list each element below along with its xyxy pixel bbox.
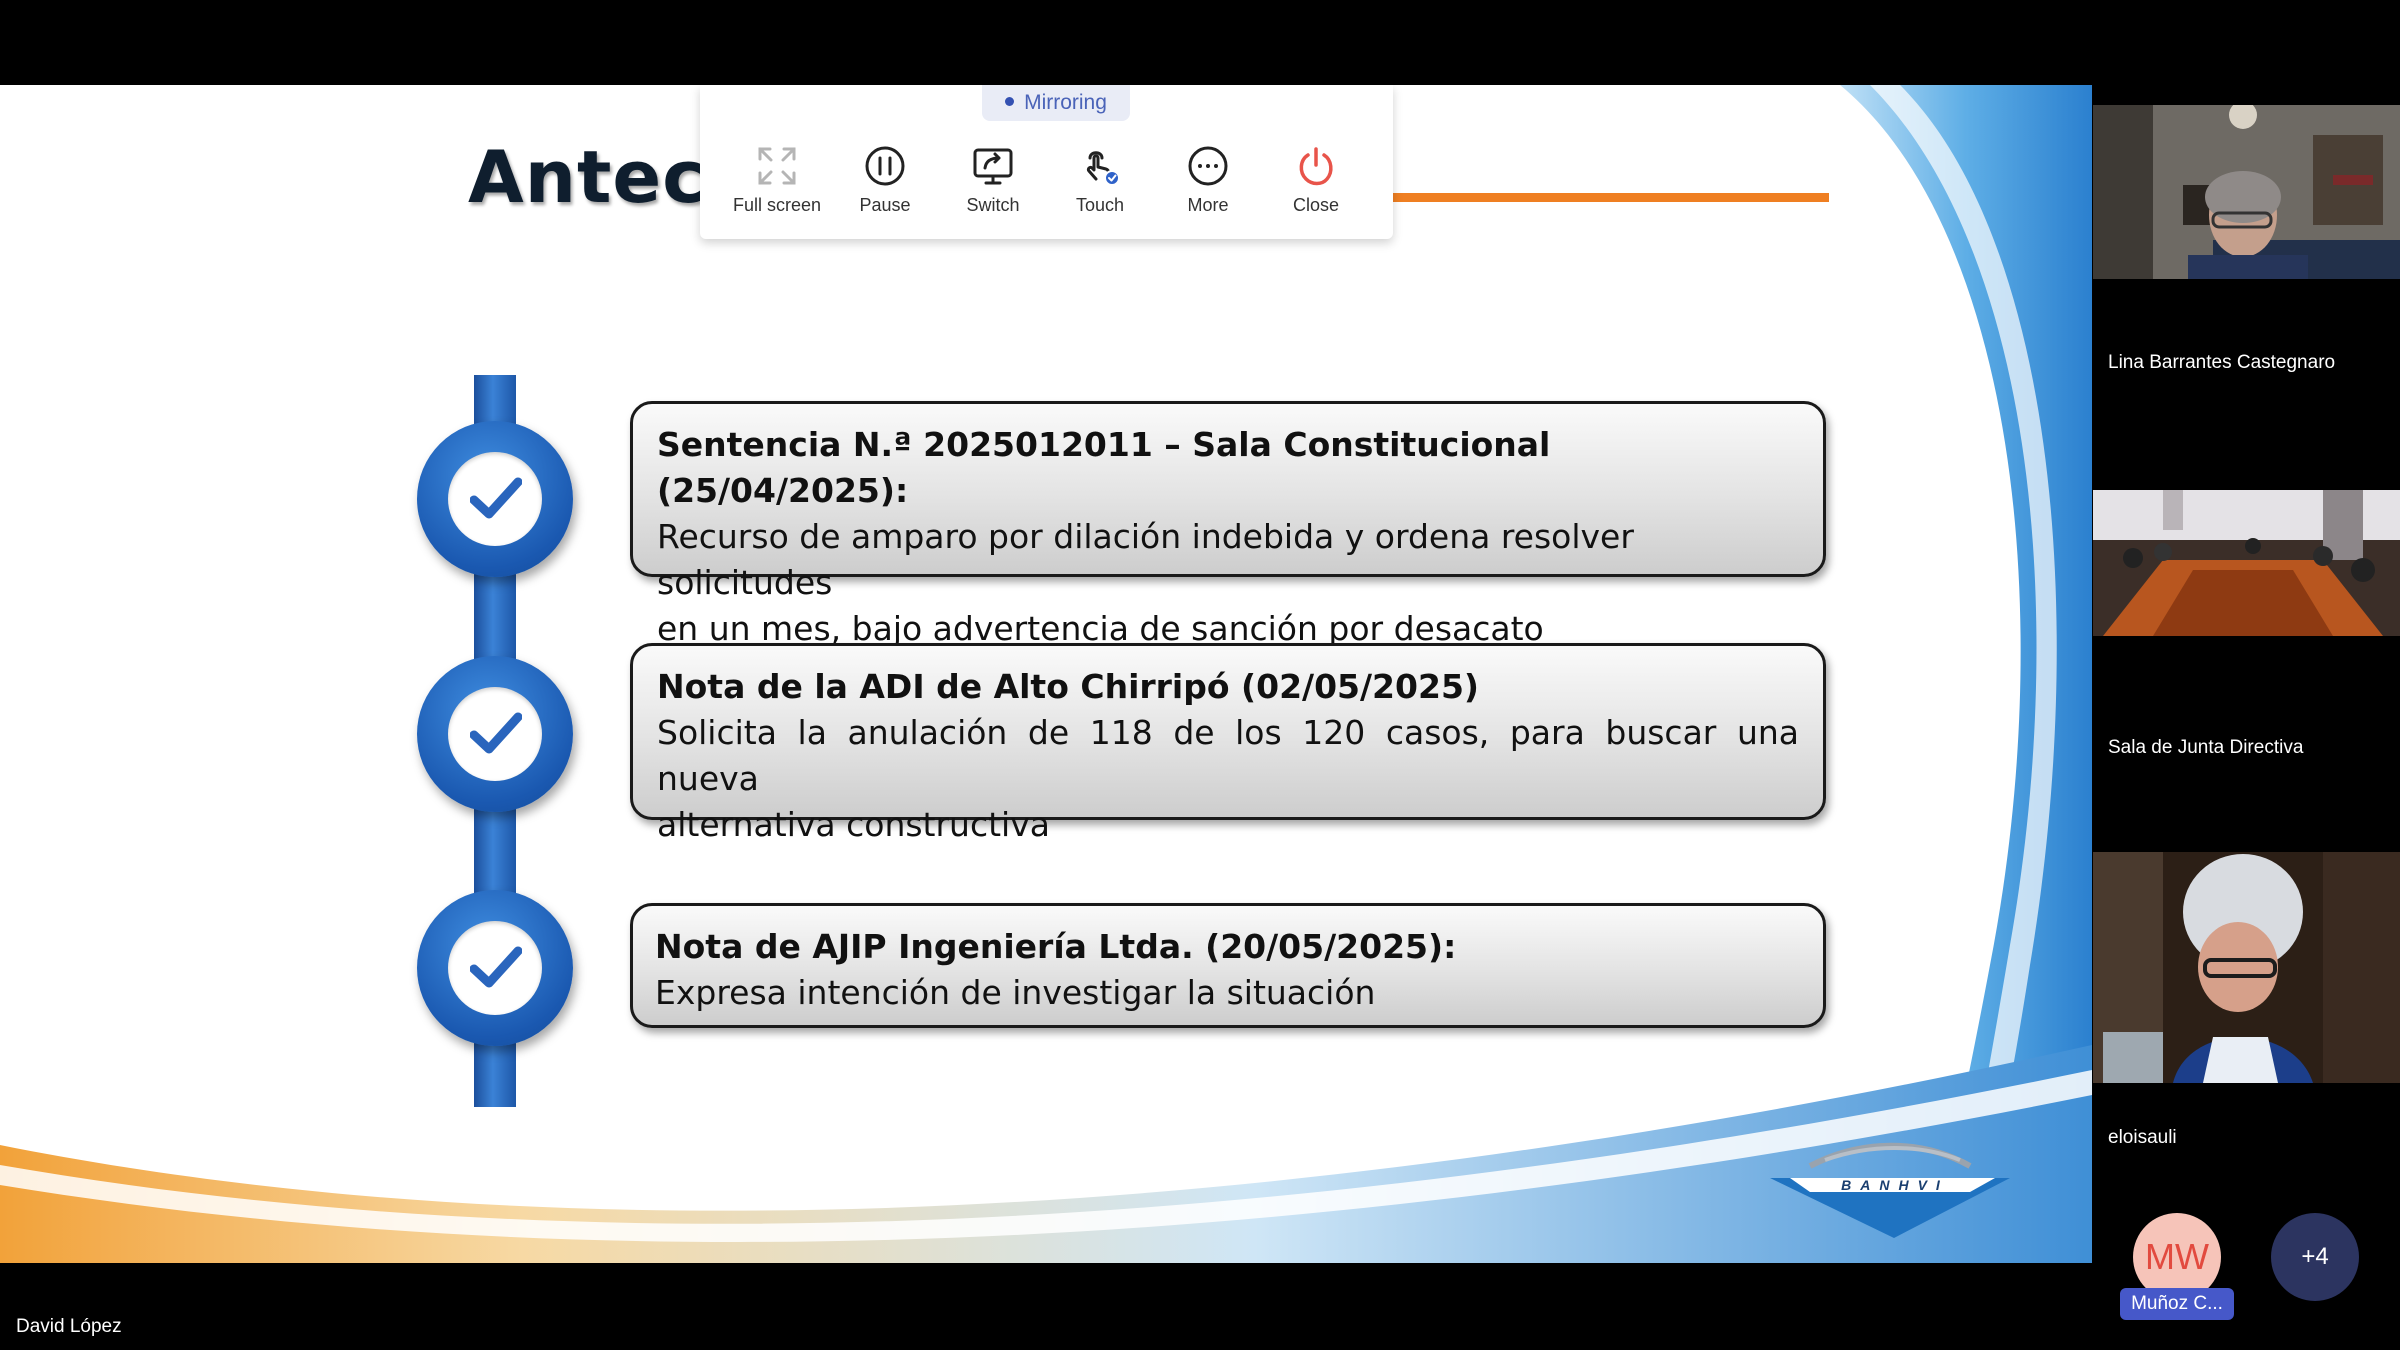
banhvi-logo: BANHVI — [1770, 1142, 2010, 1238]
close-button[interactable]: Close — [1262, 145, 1370, 225]
switch-button[interactable]: Switch — [939, 145, 1047, 225]
checkmark-icon — [470, 477, 522, 519]
more-button[interactable]: More — [1154, 145, 1262, 225]
participant-name: Sala de Junta Directiva — [2108, 737, 2304, 758]
participant-name: eloisauli — [2108, 1127, 2177, 1148]
checkmark-node-1 — [417, 421, 573, 577]
callout-box-3: Nota de AJIP Ingeniería Ltda. (20/05/202… — [630, 903, 1826, 1028]
touch-button[interactable]: Touch — [1046, 145, 1154, 225]
close-label: Close — [1292, 195, 1340, 215]
more-participants-button[interactable]: +4 — [2271, 1213, 2359, 1301]
callout-title: Nota de la ADI de Alto Chirripó (02/05/2… — [657, 667, 1479, 706]
checkmark-node-2 — [417, 656, 573, 812]
callout-body-line: Solicita la anulación de 118 de los 120 … — [657, 713, 1799, 798]
callout-body-line: alternativa constructiva — [657, 805, 1050, 844]
pause-button[interactable]: Pause — [831, 145, 939, 225]
participant-name: Lina Barrantes Castegnaro — [2108, 352, 2336, 373]
checkmark-icon — [470, 712, 522, 754]
checkmark-node-3 — [417, 890, 573, 1046]
power-icon — [1299, 147, 1333, 186]
pause-label: Pause — [859, 195, 911, 215]
callout-body-line: Recurso de amparo por dilación indebida … — [657, 517, 1634, 602]
status-dot-icon — [1005, 96, 1015, 106]
pause-icon — [865, 146, 905, 186]
checkmark-icon — [470, 946, 522, 988]
switch-screen-icon — [973, 148, 1013, 185]
active-speaker-name: David López — [16, 1316, 122, 1337]
callout-box-1: Sentencia N.ª 2025012011 – Sala Constitu… — [630, 401, 1826, 648]
touch-label: Touch — [1075, 195, 1125, 215]
participant-video-2[interactable] — [2093, 490, 2400, 636]
svg-text:BANHVI: BANHVI — [1841, 1177, 1949, 1193]
shared-slide: Antece Sentencia N.ª 2025012011 – Sala C… — [0, 85, 2092, 1263]
participant-avatar-label: Muñoz C... — [2120, 1288, 2234, 1320]
title-underline — [1392, 193, 1829, 202]
fullscreen-label: Full screen — [732, 195, 822, 215]
expand-icon — [758, 147, 796, 185]
participant-video-3[interactable] — [2093, 852, 2400, 1083]
mirroring-status-text: Mirroring — [1024, 91, 1107, 114]
callout-title: Nota de AJIP Ingeniería Ltda. (20/05/202… — [655, 927, 1457, 966]
mirroring-toolbar: Mirroring Full screen Pause Switch Touch — [700, 85, 1393, 239]
more-label: More — [1187, 195, 1229, 215]
callout-title: Sentencia N.ª 2025012011 – Sala Constitu… — [657, 425, 1551, 510]
more-icon — [1188, 146, 1228, 186]
mirroring-status-badge: Mirroring — [982, 85, 1130, 121]
touch-icon — [1086, 151, 1120, 186]
callout-box-2: Nota de la ADI de Alto Chirripó (02/05/2… — [630, 643, 1826, 844]
fullscreen-button[interactable]: Full screen — [723, 145, 831, 225]
participant-video-1[interactable] — [2093, 105, 2400, 279]
callout-body-line: Expresa intención de investigar la situa… — [655, 973, 1376, 1012]
switch-label: Switch — [966, 195, 1020, 215]
